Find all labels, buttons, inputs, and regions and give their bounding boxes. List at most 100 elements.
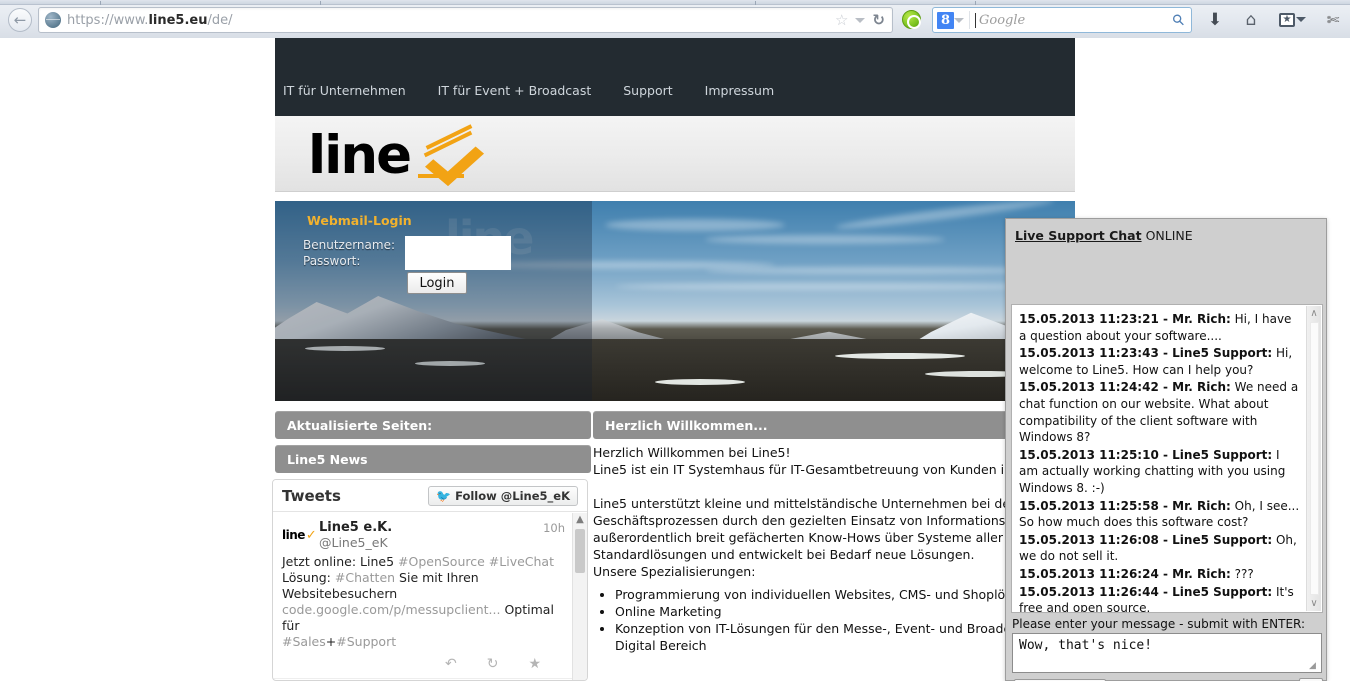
- chat-message-timestamp: 15.05.2013 11:26:24: [1019, 566, 1159, 581]
- site-logo-bar: line: [275, 116, 1075, 192]
- tweet-hashtags-1[interactable]: #OpenSource #LiveChat: [398, 554, 554, 569]
- nav-item-it-event-broadcast[interactable]: IT für Event + Broadcast: [438, 83, 592, 98]
- tweet-text-3: Sie mit Ihren: [395, 570, 479, 585]
- scrollbar-thumb[interactable]: [575, 529, 585, 573]
- chat-message: 15.05.2013 11:24:42 - Mr. Rich: We need …: [1019, 379, 1302, 445]
- back-button[interactable]: ←: [8, 8, 32, 32]
- resize-handle-icon[interactable]: ◢: [1309, 662, 1318, 671]
- tweets-title: Tweets: [282, 486, 341, 505]
- hero-image: line Webmail-Login Benutzername: Passwor…: [275, 201, 1075, 401]
- tweet-hashtag-support[interactable]: #Support: [336, 634, 396, 649]
- password-row: Passwort:: [303, 252, 511, 270]
- chat-message-timestamp: 15.05.2013 11:23:43: [1019, 346, 1159, 361]
- chat-message-sep: -: [1158, 498, 1173, 513]
- tweet-hashtag-chatten[interactable]: #Chatten: [335, 570, 395, 585]
- chat-message: 15.05.2013 11:25:10 - Line5 Support: I a…: [1019, 447, 1302, 497]
- page-viewport: IT für Unternehmen IT für Event + Broadc…: [0, 38, 1350, 681]
- browser-tab-strip[interactable]: [0, 0, 1350, 5]
- chevron-down-icon[interactable]: [855, 17, 866, 23]
- tweet-author-name: Line5 e.K.: [319, 520, 393, 535]
- scrollbar-track[interactable]: [1310, 322, 1319, 595]
- chat-message-author: Mr. Rich:: [1172, 312, 1231, 326]
- bookmarks-chevron-icon[interactable]: [1296, 17, 1306, 22]
- reload-icon[interactable]: ↻: [872, 12, 885, 28]
- login-button[interactable]: Login: [407, 272, 467, 294]
- password-input[interactable]: [405, 252, 511, 270]
- chat-message-sep: -: [1158, 346, 1173, 361]
- address-bar[interactable]: https://www.line5.eu/de/ ☆ ↻: [38, 7, 893, 33]
- website-container: IT für Unternehmen IT für Event + Broadc…: [272, 38, 1137, 681]
- tweet-text-1: Jetzt online: Line5: [282, 554, 399, 569]
- nav-item-impressum[interactable]: Impressum: [705, 83, 774, 98]
- chat-message-sep: -: [1158, 447, 1173, 462]
- avatar: line ✓: [282, 520, 317, 546]
- chat-message-timestamp: 15.05.2013 11:25:58: [1019, 498, 1159, 513]
- chat-message: 15.05.2013 11:23:21 - Mr. Rich: Hi, I ha…: [1019, 311, 1302, 344]
- logo-wordmark: line: [308, 125, 412, 186]
- welcome-line-1: Herzlich Willkommen bei Line5!: [593, 445, 791, 460]
- welcome-line-2: Line5 ist ein IT Systemhaus für IT-Gesam…: [593, 462, 1137, 477]
- nav-item-it-unternehmen[interactable]: IT für Unternehmen: [283, 83, 406, 98]
- follow-button-label: Follow @Line5_eK: [455, 488, 570, 503]
- chat-messages: 15.05.2013 11:23:21 - Mr. Rich: Hi, I ha…: [1012, 305, 1322, 613]
- chat-message-timestamp: 15.05.2013 11:24:42: [1019, 380, 1159, 395]
- password-label: Passwort:: [303, 254, 361, 268]
- home-icon: ⌂: [1245, 10, 1257, 30]
- search-provider-icon[interactable]: [902, 10, 921, 29]
- welcome-para1-line4: Standardlösungen und entwickelt bei Beda…: [593, 547, 975, 562]
- chat-message: 15.05.2013 11:25:58 - Mr. Rich: Oh, I se…: [1019, 498, 1302, 531]
- site-logo[interactable]: line: [308, 124, 485, 186]
- tweet-author-handle: @Line5_eK: [319, 535, 388, 550]
- favorite-star-icon[interactable]: ★: [528, 656, 541, 672]
- chat-message: 15.05.2013 11:26:24 - Mr. Rich: ???: [1019, 566, 1302, 583]
- url-prefix: https://www.: [67, 12, 149, 28]
- home-button[interactable]: ⌂: [1238, 9, 1264, 31]
- chat-message-author: Mr. Rich:: [1172, 498, 1231, 513]
- search-input[interactable]: Google: [979, 13, 1025, 28]
- addon-button[interactable]: ✄: [1320, 9, 1346, 31]
- retweet-icon[interactable]: ↻: [487, 656, 499, 672]
- chat-title-link[interactable]: Live Support Chat: [1015, 228, 1142, 243]
- chat-message-timestamp: 15.05.2013 11:26:08: [1019, 532, 1159, 547]
- addon-icon: ✄: [1326, 11, 1340, 29]
- tweet-hashtag-sales[interactable]: #Sales: [282, 634, 326, 649]
- nav-item-support[interactable]: Support: [623, 83, 672, 98]
- chat-input[interactable]: [1012, 633, 1322, 673]
- search-bar[interactable]: 8 Google ⚲: [932, 7, 1192, 33]
- avatar-checkmark-icon: ✓: [305, 527, 317, 543]
- tweet-link[interactable]: code.google.com/p/messupclient...: [282, 602, 500, 617]
- welcome-content: Herzlich Willkommen bei Line5! Line5 ist…: [593, 444, 1137, 654]
- search-icon[interactable]: ⚲: [1168, 10, 1189, 31]
- welcome-para1-line1: Line5 unterstützt kleine und mittelständ…: [593, 496, 1125, 511]
- downloads-button[interactable]: ⬇: [1202, 9, 1228, 31]
- bookmark-star-icon[interactable]: ☆: [835, 12, 848, 28]
- scroll-up-icon[interactable]: ∧: [1307, 306, 1321, 321]
- chat-message-timestamp: 15.05.2013 11:23:21: [1019, 312, 1159, 326]
- url-domain: line5.eu: [148, 12, 208, 28]
- download-icon: ⬇: [1207, 10, 1223, 30]
- avatar-wordmark: line: [282, 528, 305, 542]
- chat-message-author: Line5 Support:: [1172, 584, 1273, 599]
- url-text: https://www.line5.eu/de/: [67, 13, 233, 28]
- list-item[interactable]: 10h line ✓ Line5 e.K. @Line5_eK Jetzt on…: [273, 512, 587, 679]
- chat-message: 15.05.2013 11:26:44 - Line5 Support: It'…: [1019, 584, 1302, 613]
- welcome-spezialisierungen-label: Unsere Spezialisierungen:: [593, 564, 756, 579]
- chat-status-badge: ONLINE: [1145, 228, 1193, 243]
- chat-message-author: Line5 Support:: [1172, 447, 1273, 462]
- scroll-up-icon[interactable]: ▲: [573, 513, 587, 527]
- chat-message-sep: -: [1158, 584, 1173, 599]
- tweets-scrollbar[interactable]: ▲: [572, 513, 587, 680]
- tweet-text-4: Websitebesuchern: [282, 586, 398, 601]
- chat-message-log[interactable]: 15.05.2013 11:23:21 - Mr. Rich: Hi, I ha…: [1011, 304, 1323, 613]
- url-path: /de/: [207, 12, 233, 28]
- follow-button[interactable]: 🐦 Follow @Line5_eK: [428, 485, 578, 506]
- chat-input-prompt: Please enter your message - submit with …: [1012, 617, 1306, 631]
- chat-log-scrollbar[interactable]: ∧ ∨: [1306, 306, 1321, 611]
- chat-header: Live Support Chat ONLINE: [1006, 219, 1326, 253]
- username-label: Benutzername:: [303, 238, 396, 252]
- scroll-down-icon[interactable]: ∨: [1307, 596, 1321, 611]
- logo-checkmark-icon: [412, 124, 485, 186]
- search-engine-chevron-icon[interactable]: [954, 17, 964, 23]
- reply-icon[interactable]: ↶: [445, 656, 457, 672]
- section-header-willkommen: Herzlich Willkommen...: [593, 411, 1075, 439]
